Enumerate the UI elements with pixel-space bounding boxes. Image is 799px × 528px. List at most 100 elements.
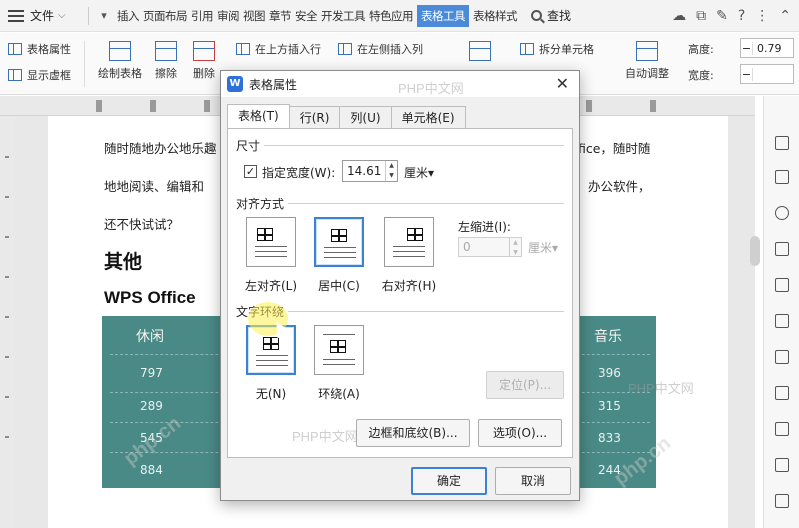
erase-button[interactable]: 擦除	[150, 41, 182, 81]
insert-above-button[interactable]: 在上方插入行	[236, 41, 321, 57]
copy-icon[interactable]	[775, 386, 789, 400]
minus-icon[interactable]: −	[741, 67, 753, 81]
split-cells-button[interactable]: 拆分单元格	[520, 41, 594, 57]
delete-table-icon	[193, 41, 215, 61]
indent-spinner: 0 ▲ ▼	[458, 237, 522, 257]
align-center-icon	[331, 229, 347, 242]
tab-view[interactable]: 视图	[241, 0, 267, 32]
insert-left-button[interactable]: 在左侧插入列	[338, 41, 423, 57]
image-icon[interactable]	[775, 458, 789, 472]
share-icon[interactable]: ⧉	[696, 8, 706, 24]
help-icon[interactable]: ?	[738, 8, 745, 24]
indent-unit-dropdown: 厘米▾	[528, 239, 558, 256]
delete-button[interactable]: 删除	[188, 41, 220, 81]
divider	[264, 145, 564, 146]
gridlines-icon	[8, 69, 22, 81]
text-line	[323, 334, 355, 335]
align-left-label: 左对齐(L)	[244, 279, 298, 293]
vertical-ruler[interactable]	[0, 116, 14, 528]
height-input[interactable]: − 0.79	[740, 38, 794, 58]
tab-insert[interactable]: 插入	[115, 0, 141, 32]
ruler-marker[interactable]	[586, 100, 592, 112]
draw-table-label: 绘制表格	[98, 67, 142, 80]
dropdown-arrow-icon: ▾	[428, 166, 435, 180]
right-sidebar	[763, 96, 799, 528]
width-label: 宽度:	[688, 69, 714, 82]
indent-unit-label: 厘米	[528, 241, 553, 255]
edit-icon[interactable]: ✎	[716, 8, 728, 24]
align-left-option[interactable]	[246, 217, 296, 267]
table-cell: 884	[140, 463, 163, 477]
vertical-scrollbar-thumb[interactable]	[750, 236, 760, 266]
ruler-marker[interactable]	[650, 100, 656, 112]
specify-width-checkbox[interactable]: ✓	[244, 165, 257, 178]
text-line	[393, 246, 425, 247]
settings-icon[interactable]	[775, 206, 789, 220]
table-properties-button[interactable]: 表格属性	[8, 41, 71, 57]
tab-table-tools[interactable]: 表格工具	[417, 4, 469, 27]
minus-icon[interactable]: −	[741, 41, 753, 55]
tab-references[interactable]: 引用	[189, 0, 215, 32]
share-icon[interactable]	[775, 494, 789, 508]
table-icon[interactable]	[775, 314, 789, 328]
tab-table[interactable]: 表格(T)	[227, 104, 290, 128]
tab-row[interactable]: 行(R)	[288, 106, 341, 128]
ok-button[interactable]: 确定	[411, 467, 487, 495]
tab-developer[interactable]: 开发工具	[319, 0, 367, 32]
width-input[interactable]: −	[740, 64, 794, 84]
close-icon[interactable]: ✕	[556, 74, 569, 93]
spinner-arrows-icon[interactable]: ▲ ▼	[385, 161, 397, 181]
grid-icon[interactable]	[775, 350, 789, 364]
options-button[interactable]: 选项(O)...	[478, 419, 562, 447]
tab-column[interactable]: 列(U)	[339, 106, 392, 128]
collapse-icon[interactable]: ⌃	[779, 8, 791, 24]
width-unit-dropdown[interactable]: 厘米▾	[404, 164, 434, 181]
ruler-marker[interactable]	[96, 100, 102, 112]
auto-adjust-button[interactable]: 自动调整	[616, 41, 678, 81]
align-center-option[interactable]	[314, 217, 364, 267]
align-right-option[interactable]	[384, 217, 434, 267]
insert-column-icon	[338, 43, 352, 55]
file-menu[interactable]: 文件 ⌵	[0, 0, 84, 32]
ruler-marker[interactable]	[150, 100, 156, 112]
wrap-around-option[interactable]	[314, 325, 364, 375]
insert-left-label: 在左侧插入列	[357, 43, 423, 56]
width-spinner[interactable]: 14.61 ▲ ▼	[342, 160, 398, 182]
doc-text-line2-left: 地地阅读、编辑和	[104, 179, 205, 194]
borders-shading-button[interactable]: 边框和底纹(B)...	[356, 419, 470, 447]
tab-cell[interactable]: 单元格(E)	[390, 106, 466, 128]
dialog-tabs: 表格(T) 行(R) 列(U) 单元格(E)	[227, 104, 466, 128]
table-properties-label: 表格属性	[27, 43, 71, 56]
pointer-icon[interactable]	[775, 170, 789, 184]
text-line	[324, 252, 356, 253]
tab-chapter[interactable]: 章节	[267, 0, 293, 32]
document-icon[interactable]	[775, 278, 789, 292]
quick-access-dropdown-icon[interactable]: ▾	[93, 9, 115, 22]
pen-icon[interactable]	[775, 136, 789, 150]
wrap-none-icon	[263, 337, 279, 350]
table-cell: 289	[140, 399, 163, 413]
tab-page-layout[interactable]: 页面布局	[141, 0, 189, 32]
delete-label: 删除	[193, 67, 215, 80]
merge-cells-button[interactable]	[466, 41, 494, 65]
draw-table-button[interactable]: 绘制表格	[92, 41, 148, 81]
chevron-down-icon: ⌵	[58, 10, 66, 21]
tab-special[interactable]: 特色应用	[367, 0, 415, 32]
tab-review[interactable]: 审阅	[215, 0, 241, 32]
style-icon[interactable]	[775, 242, 789, 256]
show-gridlines-button[interactable]: 显示虚框	[8, 67, 71, 83]
cancel-button[interactable]: 取消	[495, 467, 571, 495]
search-button[interactable]: 查找	[531, 7, 571, 24]
cloud-icon[interactable]: ☁	[672, 8, 686, 24]
more-icon[interactable]: ⋮	[755, 8, 769, 24]
ruler-marker[interactable]	[204, 100, 210, 112]
split-cells-icon	[520, 43, 534, 55]
table-properties-dialog: W 表格属性 ✕ 表格(T) 行(R) 列(U) 单元格(E) 尺寸 ✓ 指定宽…	[220, 70, 580, 501]
tab-table-style[interactable]: 表格样式	[471, 0, 519, 32]
sliders-icon[interactable]	[775, 422, 789, 436]
wrap-around-label: 环绕(A)	[318, 387, 360, 401]
height-value: 0.79	[757, 41, 782, 55]
wrap-none-label: 无(N)	[255, 387, 287, 401]
heading-other: 其他	[104, 251, 143, 273]
tab-security[interactable]: 安全	[293, 0, 319, 32]
